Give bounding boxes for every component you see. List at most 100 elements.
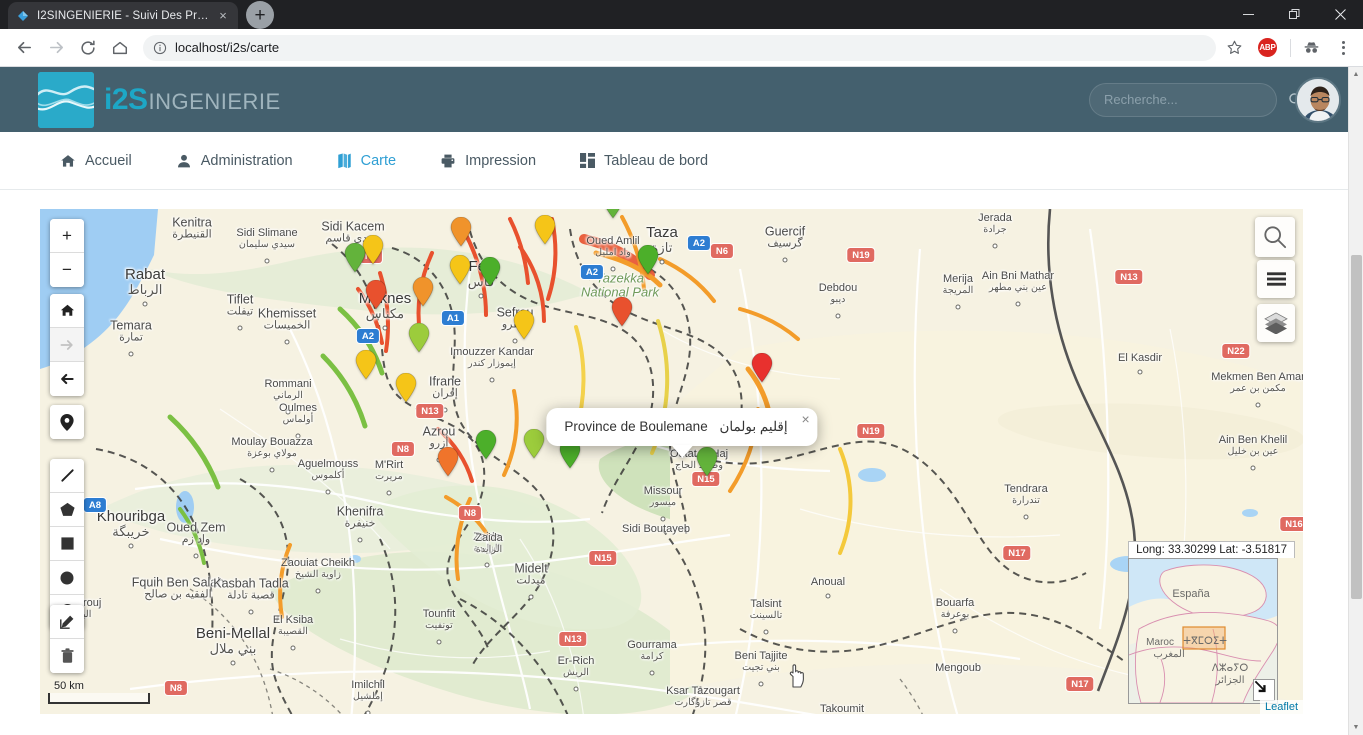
map-place-dot (295, 433, 301, 439)
minimize-button[interactable] (1225, 0, 1271, 29)
map-marker[interactable] (408, 323, 430, 353)
draw-polygon-button[interactable] (50, 493, 84, 527)
search-input[interactable] (1104, 92, 1280, 107)
map-marker[interactable] (395, 373, 417, 403)
popup-tip (671, 445, 693, 458)
map-marker[interactable] (637, 245, 659, 275)
map-forward-button[interactable] (50, 328, 84, 362)
nav-item-carte[interactable]: Carte (315, 132, 418, 190)
address-bar[interactable]: localhost/i2s/carte (143, 34, 1216, 61)
draw-toolbar[interactable] (50, 459, 84, 629)
map-place-label: Tendrara تندرارة (1004, 483, 1048, 506)
road-shield: N16 (1280, 517, 1303, 531)
map-place-label: Khenifra خنيفرة (336, 504, 384, 530)
map-marker[interactable] (344, 243, 366, 273)
nav-item-administration[interactable]: Administration (154, 132, 315, 190)
map-place-label: Tiflet تيفلت (226, 292, 254, 318)
locate-button[interactable] (50, 405, 84, 439)
map-place-label: Bouarfa بوعرفة (935, 597, 975, 620)
draw-circle-button[interactable] (50, 561, 84, 595)
browser-toolbar: localhost/i2s/carte ABP (0, 29, 1363, 67)
browser-menu-button[interactable] (1332, 40, 1354, 55)
scrollbar-thumb[interactable] (1351, 255, 1362, 599)
history-control[interactable] (50, 294, 84, 396)
user-icon (176, 153, 192, 169)
url-text: localhost/i2s/carte (175, 40, 280, 55)
map-search-control[interactable] (1255, 217, 1295, 257)
map-marker[interactable] (534, 215, 556, 245)
adblock-extension-icon[interactable]: ABP (1258, 38, 1277, 57)
map-place-dot (315, 588, 321, 594)
map-legend-control[interactable] (1257, 260, 1295, 298)
minimap-collapse-button[interactable] (1253, 679, 1276, 701)
map-marker[interactable] (355, 350, 377, 380)
map-layers-control[interactable] (1257, 304, 1295, 342)
map-marker[interactable] (611, 297, 633, 327)
edit-layers-button[interactable] (50, 605, 84, 639)
locate-control[interactable] (50, 405, 84, 439)
draw-polyline-button[interactable] (50, 459, 84, 493)
minimap-canvas[interactable]: España Maroc ⵜⴳⵎⵔⵉⵜ المغرب ⴷⵣⴰⵢⵔ الجزائر (1128, 558, 1279, 704)
user-avatar[interactable] (1295, 76, 1341, 123)
page-scrollbar[interactable]: ▲ ▼ (1348, 67, 1363, 735)
popup-close-icon[interactable]: × (801, 412, 809, 426)
map-place-label: Oulmes أولماس (279, 402, 317, 425)
leaflet-map[interactable]: Rabat الرباط Temara تمارة Tiflet تيفلت Khemiss… (40, 209, 1303, 714)
map-marker[interactable] (523, 429, 545, 459)
scale-bar-line: 50 km (48, 680, 150, 704)
incognito-icon[interactable] (1302, 38, 1321, 57)
nav-item-accueil[interactable]: Accueil (38, 132, 154, 190)
scroll-up-arrow[interactable]: ▲ (1349, 67, 1363, 82)
minimap[interactable]: Long: 33.30299 Lat: -3.51817 España Maro… (1128, 541, 1295, 704)
brand-logo[interactable]: i2S INGENIERIE (38, 71, 281, 128)
draw-rectangle-button[interactable] (50, 527, 84, 561)
map-popup[interactable]: Province de Boulemane إقليم بولمان × (546, 408, 818, 458)
zoom-in-button[interactable]: + (50, 219, 84, 253)
home-button[interactable] (105, 33, 135, 63)
map-marker[interactable] (479, 257, 501, 287)
forward-button[interactable] (41, 33, 71, 63)
map-marker[interactable] (751, 353, 773, 383)
map-marker[interactable] (602, 209, 624, 219)
scroll-down-arrow[interactable]: ▼ (1349, 720, 1363, 735)
main-nav: Accueil Administration Carte Impression (0, 132, 1363, 190)
printer-icon (440, 153, 456, 169)
map-attribution[interactable]: Leaflet (1259, 700, 1303, 714)
map-marker[interactable] (450, 217, 472, 247)
map-marker[interactable] (365, 280, 387, 310)
road-shield: N8 (164, 681, 188, 695)
map-place-label: El Ksiba القصيبة (272, 614, 314, 637)
zoom-out-button[interactable]: − (50, 253, 84, 287)
bookmark-star-icon[interactable] (1226, 39, 1243, 56)
tab-close-icon[interactable]: × (216, 9, 230, 22)
map-place-dot (660, 516, 666, 522)
nav-item-tableau-de-bord[interactable]: Tableau de bord (558, 132, 730, 190)
map-place-dot (835, 313, 841, 319)
close-button[interactable] (1317, 0, 1363, 29)
edit-toolbar[interactable] (50, 605, 84, 673)
map-marker[interactable] (513, 310, 535, 340)
restore-button[interactable] (1271, 0, 1317, 29)
header-search[interactable] (1089, 82, 1302, 117)
nav-label: Tableau de bord (604, 152, 709, 169)
reload-button[interactable] (73, 33, 103, 63)
map-marker[interactable] (437, 447, 459, 477)
back-button[interactable] (9, 33, 39, 63)
map-place-label: Ksar Tazougart قصر تازوگارت (666, 685, 740, 708)
tab-title: I2SINGENIERIE - Suivi Des Projets (37, 9, 209, 22)
browser-tab[interactable]: I2SINGENIERIE - Suivi Des Projets × (8, 2, 238, 29)
map-marker[interactable] (475, 430, 497, 460)
map-place-label: Khouribga خريبگة (96, 508, 166, 539)
map-home-button[interactable] (50, 294, 84, 328)
map-back-button[interactable] (50, 362, 84, 396)
map-marker[interactable] (449, 255, 471, 285)
map-marker[interactable] (412, 277, 434, 307)
nav-item-impression[interactable]: Impression (418, 132, 558, 190)
map-place-dot (237, 325, 243, 331)
minimap-label-maroc-arabic: المغرب (1153, 648, 1185, 660)
map-place-dot (484, 562, 490, 568)
new-tab-button[interactable]: + (246, 1, 274, 29)
map-place-dot (382, 325, 388, 331)
zoom-control[interactable]: + − (50, 219, 84, 287)
delete-layers-button[interactable] (50, 639, 84, 673)
